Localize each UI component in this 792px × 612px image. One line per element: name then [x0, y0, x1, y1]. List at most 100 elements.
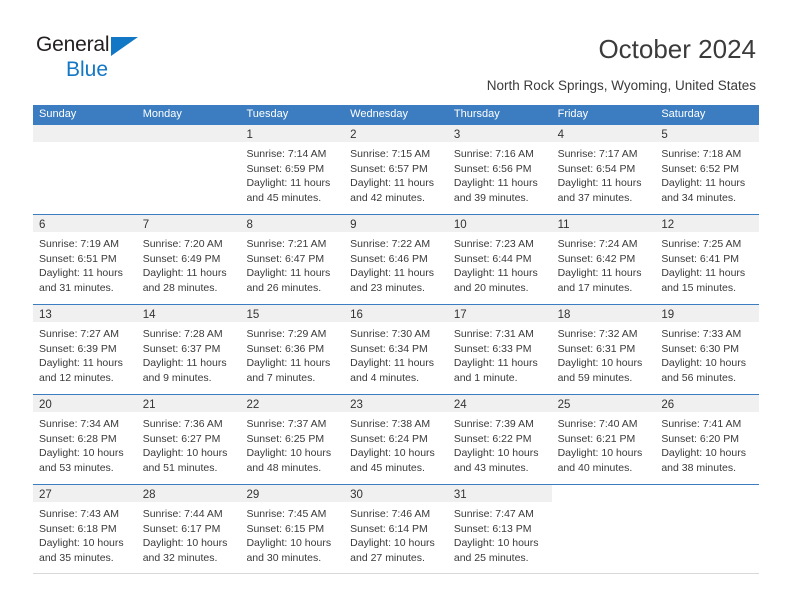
daylight-text-line1: Daylight: 10 hours: [350, 447, 435, 459]
sunset-text: Sunset: 6:44 PM: [453, 252, 532, 265]
sunrise-text: Sunrise: 7:32 AM: [557, 328, 638, 340]
daylight-text-line2: and 17 minutes.: [557, 281, 633, 294]
day-details: Sunrise: 7:20 AM Sunset: 6:49 PM Daylight:…: [137, 232, 241, 295]
weekday-header-saturday: Saturday: [661, 108, 706, 120]
calendar-day-cell[interactable]: 11 Sunrise: 7:24 AM Sunset: 6:42 PM Dayligh…: [551, 215, 656, 304]
calendar-day-cell[interactable]: 15 Sunrise: 7:29 AM Sunset: 6:36 PM Dayligh…: [240, 305, 345, 394]
day-details: Sunrise: 7:31 AM Sunset: 6:33 PM Daylight:…: [448, 322, 552, 385]
day-number-bar: 13: [33, 305, 137, 322]
sunrise-text: Sunrise: 7:47 AM: [453, 508, 534, 520]
generalblue-logo[interactable]: General Blue: [36, 34, 156, 82]
daylight-text-line1: Daylight: 10 hours: [557, 357, 643, 369]
sunrise-text: Sunrise: 7:25 AM: [661, 238, 742, 250]
calendar-day-cell[interactable]: 31 Sunrise: 7:47 AM Sunset: 6:13 PM Dayligh…: [447, 485, 552, 573]
daylight-text-line1: Daylight: 11 hours: [557, 177, 642, 189]
weekday-header-tuesday: Tuesday: [246, 108, 289, 120]
sunrise-text: Sunrise: 7:39 AM: [453, 418, 534, 430]
day-details: Sunrise: 7:21 AM Sunset: 6:47 PM Daylight:…: [240, 232, 344, 295]
calendar-day-cell[interactable]: 9 Sunrise: 7:22 AM Sunset: 6:46 PM Daylight…: [344, 215, 448, 304]
sunset-text: Sunset: 6:57 PM: [350, 162, 428, 175]
sunset-text: Sunset: 6:13 PM: [453, 522, 532, 535]
calendar-week-row: 20 Sunrise: 7:34 AM Sunset: 6:28 PM Dayligh…: [33, 394, 760, 484]
calendar-day-cell[interactable]: 14 Sunrise: 7:28 AM Sunset: 6:37 PM Dayligh…: [136, 305, 241, 394]
sunrise-text: Sunrise: 7:44 AM: [142, 508, 223, 520]
daylight-text-line1: Daylight: 10 hours: [661, 447, 746, 459]
daylight-text-line1: Daylight: 11 hours: [557, 267, 642, 279]
calendar-day-cell[interactable]: 22 Sunrise: 7:37 AM Sunset: 6:25 PM Dayligh…: [240, 395, 345, 484]
calendar-day-cell[interactable]: 19 Sunrise: 7:33 AM Sunset: 6:30 PM Dayligh…: [655, 305, 760, 394]
calendar-day-cell[interactable]: 13 Sunrise: 7:27 AM Sunset: 6:39 PM Dayligh…: [33, 305, 137, 394]
calendar-day-cell-empty: [136, 125, 241, 214]
sunrise-text: Sunrise: 7:38 AM: [350, 418, 431, 430]
day-details: [552, 502, 656, 507]
calendar-day-cell[interactable]: 5 Sunrise: 7:18 AM Sunset: 6:52 PM Daylight…: [655, 125, 760, 214]
sunset-text: Sunset: 6:17 PM: [142, 522, 221, 535]
calendar-day-cell[interactable]: 23 Sunrise: 7:38 AM Sunset: 6:24 PM Dayligh…: [344, 395, 448, 484]
sunset-text: Sunset: 6:51 PM: [39, 252, 117, 265]
daylight-text-line1: Daylight: 10 hours: [661, 357, 746, 369]
calendar-day-cell[interactable]: 25 Sunrise: 7:40 AM Sunset: 6:21 PM Dayligh…: [551, 395, 656, 484]
sunset-text: Sunset: 6:27 PM: [142, 432, 221, 445]
day-number: 15: [246, 309, 260, 321]
calendar-day-cell[interactable]: 29 Sunrise: 7:45 AM Sunset: 6:15 PM Dayligh…: [240, 485, 345, 573]
calendar-day-cell[interactable]: 8 Sunrise: 7:21 AM Sunset: 6:47 PM Daylight…: [240, 215, 345, 304]
calendar-day-cell[interactable]: 26 Sunrise: 7:41 AM Sunset: 6:20 PM Dayligh…: [655, 395, 760, 484]
sunset-text: Sunset: 6:42 PM: [557, 252, 636, 265]
calendar-day-cell[interactable]: 24 Sunrise: 7:39 AM Sunset: 6:22 PM Dayligh…: [447, 395, 552, 484]
sunset-text: Sunset: 6:52 PM: [661, 162, 739, 175]
day-number-bar: 28: [136, 485, 241, 502]
calendar-day-cell[interactable]: 10 Sunrise: 7:23 AM Sunset: 6:44 PM Dayligh…: [447, 215, 552, 304]
calendar-day-cell[interactable]: 4 Sunrise: 7:17 AM Sunset: 6:54 PM Daylight…: [551, 125, 656, 214]
sunrise-text: Sunrise: 7:17 AM: [557, 148, 638, 160]
daylight-text-line1: Daylight: 10 hours: [350, 537, 435, 549]
sunrise-text: Sunrise: 7:16 AM: [453, 148, 534, 160]
calendar-day-cell[interactable]: 16 Sunrise: 7:30 AM Sunset: 6:34 PM Dayligh…: [344, 305, 448, 394]
daylight-text-line1: Daylight: 11 hours: [142, 267, 227, 279]
sunrise-text: Sunrise: 7:21 AM: [246, 238, 327, 250]
day-details: Sunrise: 7:22 AM Sunset: 6:46 PM Daylight:…: [344, 232, 448, 295]
day-number: 28: [142, 489, 156, 501]
sunset-text: Sunset: 6:36 PM: [246, 342, 325, 355]
sunrise-text: Sunrise: 7:45 AM: [246, 508, 327, 520]
daylight-text-line1: Daylight: 11 hours: [453, 177, 538, 189]
calendar-day-cell[interactable]: 1 Sunrise: 7:14 AM Sunset: 6:59 PM Daylight…: [240, 125, 345, 214]
day-number: 2: [350, 129, 357, 141]
sunset-text: Sunset: 6:15 PM: [246, 522, 325, 535]
page-title: October 2024: [598, 34, 756, 64]
sunset-text: Sunset: 6:34 PM: [350, 342, 428, 355]
calendar-day-cell[interactable]: 21 Sunrise: 7:36 AM Sunset: 6:27 PM Dayligh…: [136, 395, 241, 484]
calendar-day-cell[interactable]: 12 Sunrise: 7:25 AM Sunset: 6:41 PM Dayligh…: [655, 215, 760, 304]
day-number-bar: 26: [655, 395, 760, 412]
calendar-day-cell[interactable]: 3 Sunrise: 7:16 AM Sunset: 6:56 PM Daylight…: [447, 125, 552, 214]
sunset-text: Sunset: 6:33 PM: [453, 342, 532, 355]
calendar-day-cell[interactable]: 6 Sunrise: 7:19 AM Sunset: 6:51 PM Daylight…: [33, 215, 137, 304]
daylight-text-line2: and 25 minutes.: [453, 551, 529, 564]
calendar-day-cell[interactable]: 20 Sunrise: 7:34 AM Sunset: 6:28 PM Dayligh…: [33, 395, 137, 484]
calendar-day-cell[interactable]: 18 Sunrise: 7:32 AM Sunset: 6:31 PM Dayligh…: [551, 305, 656, 394]
sunrise-text: Sunrise: 7:31 AM: [453, 328, 534, 340]
weekday-header-monday: Monday: [142, 108, 182, 120]
day-number: 12: [661, 219, 675, 231]
calendar-day-cell[interactable]: 17 Sunrise: 7:31 AM Sunset: 6:33 PM Dayligh…: [447, 305, 552, 394]
sunset-text: Sunset: 6:39 PM: [39, 342, 117, 355]
day-number: 1: [246, 129, 253, 141]
day-number: 4: [557, 129, 564, 141]
day-number-bar: 10: [447, 215, 552, 232]
calendar-day-cell[interactable]: 7 Sunrise: 7:20 AM Sunset: 6:49 PM Daylight…: [136, 215, 241, 304]
sunset-text: Sunset: 6:37 PM: [142, 342, 221, 355]
sunrise-text: Sunrise: 7:40 AM: [557, 418, 638, 430]
day-number-bar: 16: [344, 305, 448, 322]
weekday-header-thursday: Thursday: [453, 108, 500, 120]
sunrise-text: Sunrise: 7:20 AM: [142, 238, 223, 250]
calendar-day-cell[interactable]: 27 Sunrise: 7:43 AM Sunset: 6:18 PM Dayligh…: [33, 485, 137, 573]
daylight-text-line1: Daylight: 11 hours: [246, 357, 331, 369]
day-number: 27: [39, 489, 52, 501]
daylight-text-line1: Daylight: 10 hours: [39, 537, 124, 549]
calendar-day-cell[interactable]: 28 Sunrise: 7:44 AM Sunset: 6:17 PM Dayligh…: [136, 485, 241, 573]
daylight-text-line2: and 37 minutes.: [557, 191, 633, 204]
daylight-text-line2: and 30 minutes.: [246, 551, 322, 564]
sunrise-text: Sunrise: 7:18 AM: [661, 148, 742, 160]
calendar-day-cell[interactable]: 2 Sunrise: 7:15 AM Sunset: 6:57 PM Daylight…: [344, 125, 448, 214]
calendar-day-cell[interactable]: 30 Sunrise: 7:46 AM Sunset: 6:14 PM Dayligh…: [344, 485, 448, 573]
daylight-text-line1: Daylight: 10 hours: [453, 447, 539, 459]
